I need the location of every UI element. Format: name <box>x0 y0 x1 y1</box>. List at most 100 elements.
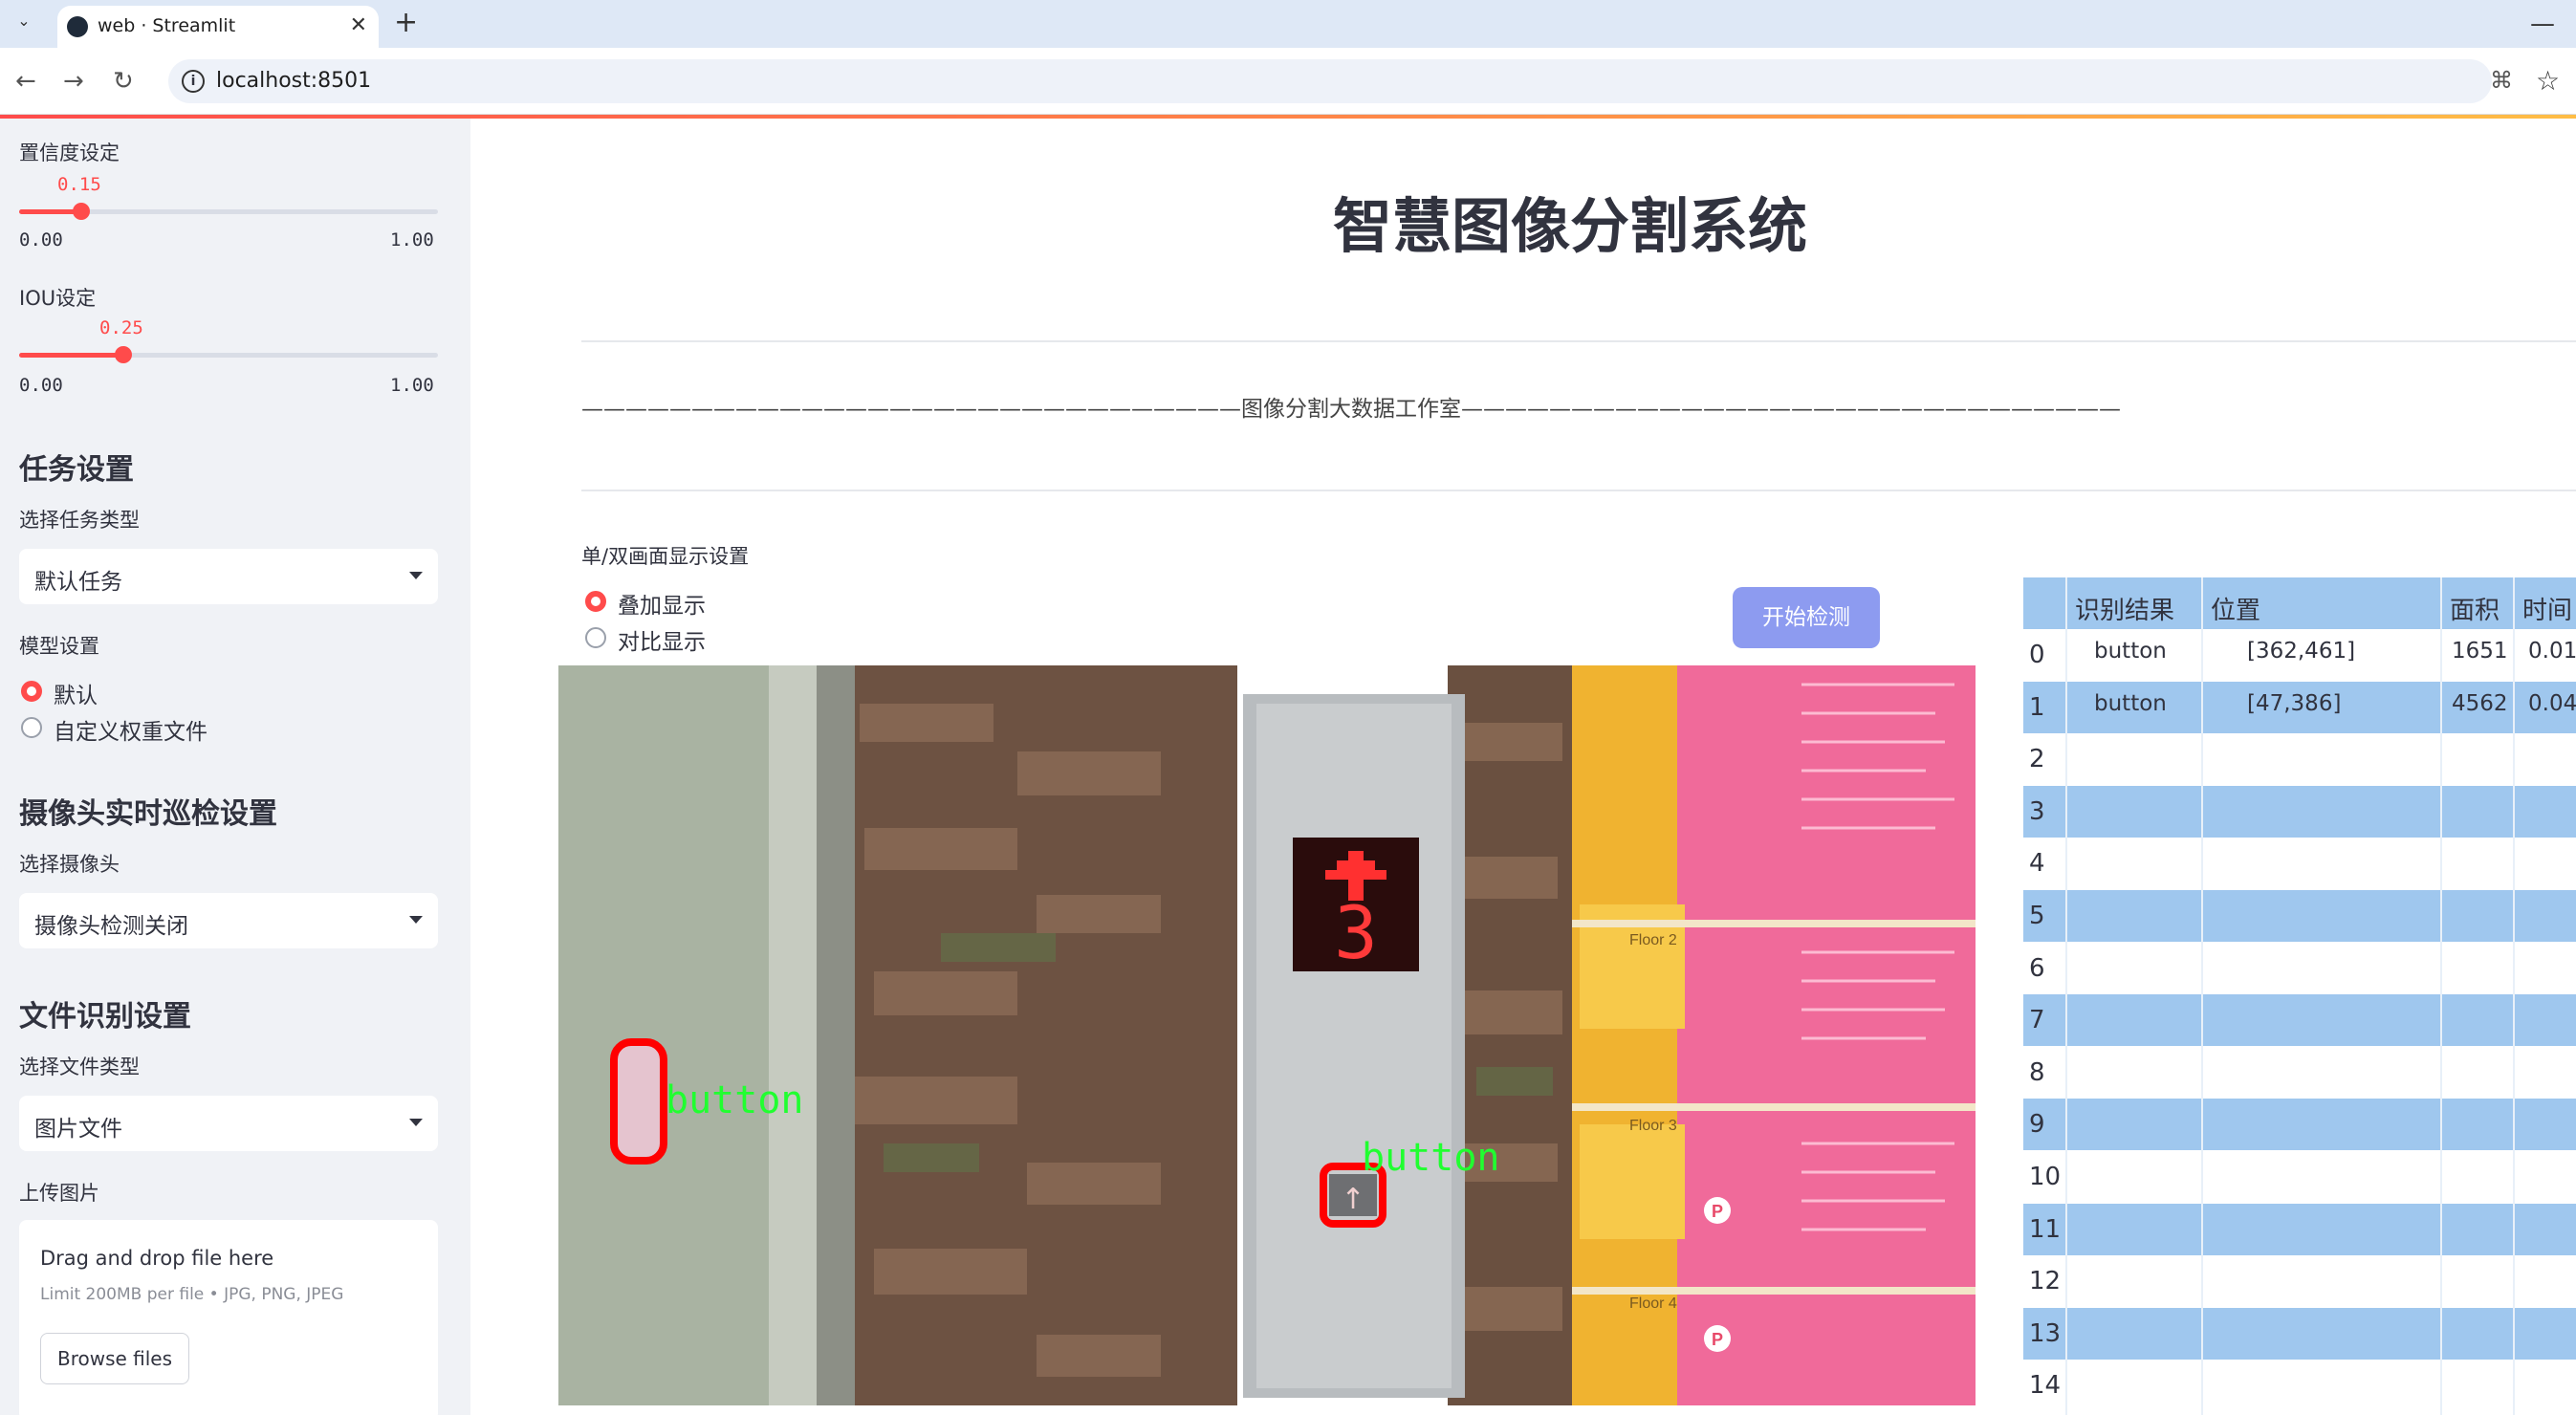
camera-select-value: 摄像头检测关闭 <box>34 914 188 939</box>
conf-slider-thumb[interactable] <box>73 203 90 220</box>
page-subtitle: ——————————————————————————————图像分割大数据工作室… <box>581 397 2121 422</box>
back-icon[interactable]: ← <box>15 67 36 96</box>
iou-label: IOU设定 <box>19 287 97 310</box>
cell-area: 1651 <box>2452 639 2508 664</box>
row-index: 5 <box>2029 902 2045 930</box>
camera-select[interactable]: 摄像头检测关闭 <box>19 893 438 948</box>
table-row[interactable]: 6 <box>2023 943 2576 994</box>
divider <box>581 340 2576 342</box>
iou-slider-fill <box>19 353 122 358</box>
table-header: 识别结果 位置 面积 时间 <box>2023 577 2576 629</box>
close-tab-icon[interactable]: ✕ <box>350 13 367 37</box>
table-row[interactable]: 3 <box>2023 785 2576 838</box>
cell-position: [362,461] <box>2247 639 2356 664</box>
model-radio-custom[interactable] <box>21 717 42 738</box>
table-row[interactable]: 7 <box>2023 994 2576 1047</box>
file-type-select[interactable]: 图片文件 <box>19 1096 438 1151</box>
detection-label-2: button <box>1362 1136 1500 1180</box>
table-row[interactable]: 11 <box>2023 1203 2576 1255</box>
conf-min: 0.00 <box>19 229 63 250</box>
row-index: 1 <box>2029 692 2045 722</box>
table-row[interactable]: 12 <box>2023 1255 2576 1307</box>
model-radio-default[interactable] <box>21 681 42 702</box>
table-row[interactable]: 0 button [362,461] 1651 0.01 <box>2023 629 2576 681</box>
task-heading: 任务设置 <box>19 453 134 487</box>
cell-position: [47,386] <box>2247 690 2342 716</box>
camera-label: 选择摄像头 <box>19 853 120 876</box>
dropzone-title: Drag and drop file here <box>40 1247 274 1270</box>
conf-label: 置信度设定 <box>19 142 120 164</box>
omnibox[interactable]: i localhost:8501 <box>168 59 2492 103</box>
cell-result: button <box>2094 639 2167 664</box>
iou-slider-thumb[interactable] <box>115 346 132 363</box>
table-row[interactable]: 13 <box>2023 1307 2576 1360</box>
detection-image: 3 ↑ Floor 2 Floor 3 Floor 4 P P button b… <box>558 665 1976 1405</box>
file-type-label: 选择文件类型 <box>19 1056 140 1078</box>
site-info-icon[interactable]: i <box>182 70 205 93</box>
address-bar-row: ← → ↻ i localhost:8501 ⌘ ☆ <box>0 48 2576 115</box>
bookmark-star-icon[interactable]: ☆ <box>2536 65 2560 97</box>
divider <box>581 490 2576 491</box>
browse-files-button[interactable]: Browse files <box>40 1333 189 1384</box>
forward-icon[interactable]: → <box>63 67 84 96</box>
column-header-area[interactable]: 面积 <box>2450 591 2500 626</box>
tab-search-icon[interactable]: ⌄ <box>13 11 34 33</box>
column-divider <box>2065 577 2067 1415</box>
wall-corner <box>817 665 855 1405</box>
file-type-select-value: 图片文件 <box>34 1117 122 1142</box>
row-index: 0 <box>2029 641 2045 669</box>
model-radio-default-label: 默认 <box>54 684 98 708</box>
iou-slider[interactable] <box>19 346 438 363</box>
browser-tab[interactable]: web · Streamlit ✕ <box>57 6 379 48</box>
translate-icon[interactable]: ⌘ <box>2490 67 2513 94</box>
file-dropzone[interactable]: Drag and drop file here Limit 200MB per … <box>19 1220 438 1415</box>
dropzone-limit: Limit 200MB per file • JPG, PNG, JPEG <box>40 1285 344 1304</box>
display-radio-overlay-label: 叠加显示 <box>618 594 706 619</box>
conf-slider[interactable] <box>19 203 438 220</box>
cell-time: 0.04 <box>2528 690 2576 716</box>
row-index: 11 <box>2029 1214 2062 1244</box>
new-tab-icon[interactable]: + <box>394 6 418 39</box>
column-header-position[interactable]: 位置 <box>2211 591 2260 626</box>
upload-label: 上传图片 <box>19 1182 99 1205</box>
column-divider <box>2201 577 2203 1415</box>
detection-label-1: button <box>666 1078 804 1122</box>
table-row[interactable]: 9 <box>2023 1099 2576 1151</box>
streamlit-favicon-icon <box>67 16 88 37</box>
column-header-result[interactable]: 识别结果 <box>2075 591 2174 626</box>
reload-icon[interactable]: ↻ <box>113 67 134 96</box>
sidebar: 置信度设定 0.15 0.00 1.00 IOU设定 0.25 0.00 1.0… <box>0 119 470 1415</box>
row-index: 2 <box>2029 745 2045 774</box>
task-select[interactable]: 默认任务 <box>19 549 438 604</box>
detection-image-canvas: 3 ↑ Floor 2 Floor 3 Floor 4 P P button b… <box>558 665 1976 1405</box>
row-index: 8 <box>2029 1057 2045 1087</box>
column-divider <box>2513 577 2515 1415</box>
iou-value: 0.25 <box>99 317 143 338</box>
display-radio-overlay[interactable] <box>585 591 606 612</box>
parking-icon-letter: P <box>1712 1330 1723 1349</box>
directory-block <box>1580 1124 1685 1239</box>
table-row[interactable]: 14 <box>2023 1360 2576 1411</box>
row-index: 9 <box>2029 1110 2045 1140</box>
floor-label: Floor 3 <box>1629 1118 1677 1134</box>
wall-edge <box>769 665 817 1405</box>
display-radio-compare-label: 对比显示 <box>618 630 706 655</box>
parking-icon-letter: P <box>1712 1202 1723 1221</box>
table-row[interactable]: 1 button [47,386] 4562 0.04 <box>2023 681 2576 733</box>
results-table[interactable]: 识别结果 位置 面积 时间 0 button [362,461] 1651 0.01 1 b… <box>2023 577 2576 1415</box>
camera-heading: 摄像头实时巡检设置 <box>19 797 277 831</box>
minimize-icon[interactable]: — <box>2530 10 2555 38</box>
table-row[interactable]: 5 <box>2023 890 2576 942</box>
file-heading: 文件识别设置 <box>19 1000 191 1034</box>
table-row[interactable]: 4 <box>2023 838 2576 889</box>
start-detection-button[interactable]: 开始检测 <box>1733 587 1880 648</box>
column-header-time[interactable]: 时间 <box>2522 591 2572 626</box>
directory-divider <box>1572 920 1976 927</box>
table-row[interactable]: 10 <box>2023 1151 2576 1203</box>
model-label: 模型设置 <box>19 635 99 658</box>
table-row[interactable]: 2 <box>2023 733 2576 785</box>
row-index: 12 <box>2029 1267 2062 1296</box>
display-radio-compare[interactable] <box>585 627 606 648</box>
table-row[interactable]: 8 <box>2023 1047 2576 1099</box>
conf-value: 0.15 <box>57 174 101 195</box>
